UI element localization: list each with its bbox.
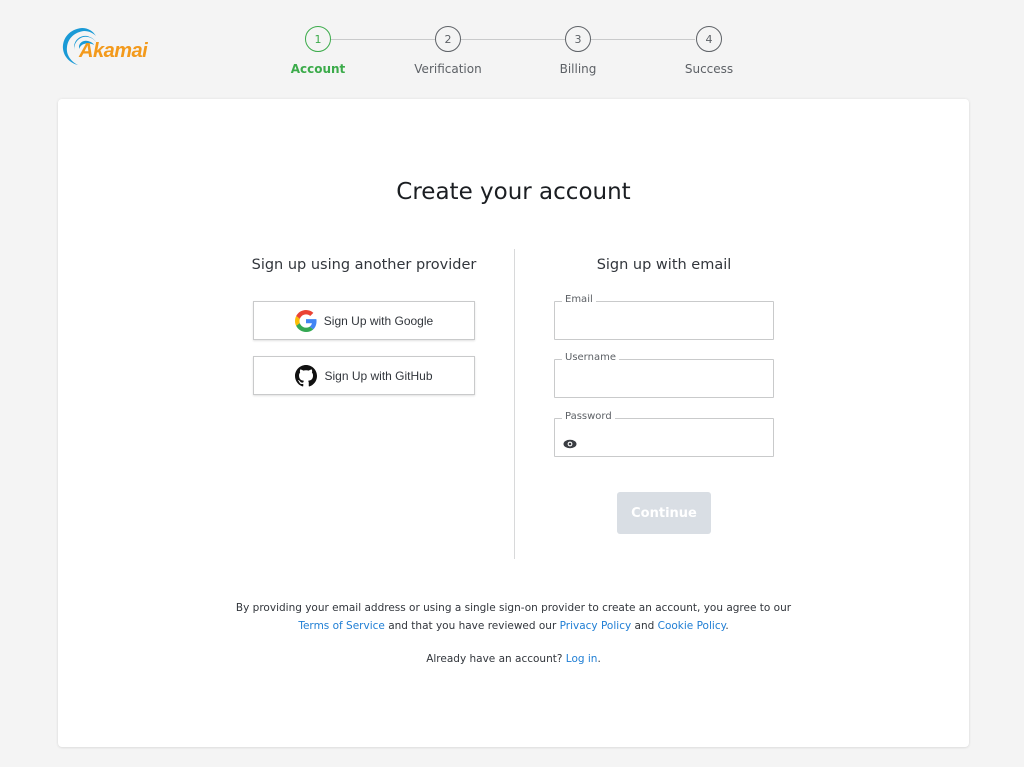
username-input[interactable] bbox=[555, 360, 773, 397]
signup-card: Create your account Sign up using anothe… bbox=[58, 99, 969, 747]
cookie-policy-link[interactable]: Cookie Policy bbox=[658, 620, 726, 632]
signup-stepper: 1 Account 2 Verification 3 Billing 4 Suc… bbox=[283, 26, 753, 82]
show-password-icon[interactable] bbox=[563, 434, 577, 449]
akamai-logo[interactable]: Akamai bbox=[60, 24, 160, 68]
step-success: 4 Success bbox=[664, 26, 754, 76]
github-signup-button[interactable]: Sign Up with GitHub bbox=[253, 356, 475, 395]
legal-notice: By providing your email address or using… bbox=[58, 599, 969, 635]
google-icon bbox=[294, 309, 317, 332]
step-label: Account bbox=[290, 62, 346, 76]
continue-button[interactable]: Continue bbox=[617, 492, 711, 534]
legal-text: and that you have reviewed our bbox=[384, 620, 560, 632]
signup-page: Akamai 1 Account 2 Verification 3 Billin… bbox=[0, 0, 1024, 767]
step-account: 1 Account bbox=[273, 26, 363, 76]
step-verification: 2 Verification bbox=[403, 26, 493, 76]
login-prompt-text: Already have an account? bbox=[426, 653, 566, 665]
login-prompt: Already have an account? Log in. bbox=[58, 653, 969, 665]
privacy-policy-link[interactable]: Privacy Policy bbox=[560, 620, 632, 632]
github-icon bbox=[295, 364, 318, 387]
password-input[interactable] bbox=[555, 419, 773, 456]
page-title: Create your account bbox=[396, 179, 631, 205]
email-input[interactable] bbox=[555, 302, 773, 339]
brand-name: Akamai bbox=[79, 40, 148, 62]
step-label: Success bbox=[684, 62, 734, 76]
legal-text: and bbox=[631, 620, 658, 632]
step-number: 2 bbox=[435, 26, 461, 52]
provider-heading: Sign up using another provider bbox=[251, 257, 477, 273]
login-link[interactable]: Log in bbox=[566, 653, 598, 665]
step-number: 3 bbox=[565, 26, 591, 52]
login-suffix: . bbox=[597, 653, 601, 665]
google-button-label: Sign Up with Google bbox=[323, 313, 434, 328]
legal-text: . bbox=[725, 620, 729, 632]
step-label: Verification bbox=[414, 62, 482, 76]
email-field-wrapper: Email bbox=[554, 294, 774, 340]
step-number: 4 bbox=[696, 26, 722, 52]
column-divider bbox=[514, 249, 515, 559]
step-billing: 3 Billing bbox=[533, 26, 623, 76]
terms-of-service-link[interactable]: Terms of Service bbox=[298, 620, 385, 632]
step-label: Billing bbox=[559, 62, 597, 76]
step-number: 1 bbox=[305, 26, 331, 52]
password-field-wrapper: Password bbox=[554, 411, 774, 457]
google-signup-button[interactable]: Sign Up with Google bbox=[253, 301, 475, 340]
legal-text: By providing your email address or using… bbox=[235, 602, 792, 614]
github-button-label: Sign Up with GitHub bbox=[324, 368, 433, 383]
email-heading: Sign up with email bbox=[596, 257, 732, 273]
username-field-wrapper: Username bbox=[554, 352, 774, 398]
